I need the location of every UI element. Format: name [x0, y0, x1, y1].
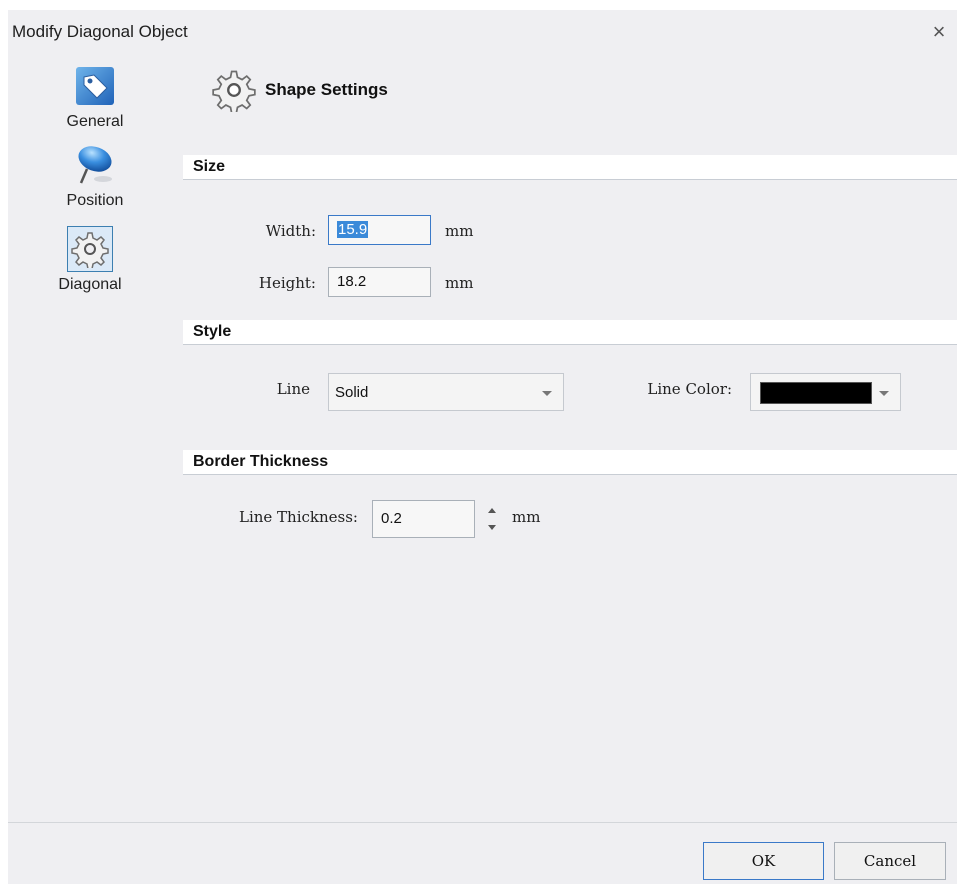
title-bar: Modify Diagonal Object × — [8, 10, 957, 56]
width-input[interactable]: 15.9 — [328, 215, 431, 245]
sidebar-item-label: Position — [66, 192, 124, 209]
chevron-down-icon — [542, 391, 552, 396]
line-thickness-input[interactable]: 0.2 — [372, 500, 475, 538]
height-input[interactable]: 18.2 — [328, 267, 431, 297]
sidebar-item-position[interactable]: Position — [40, 142, 150, 210]
section-style: Style — [183, 320, 957, 345]
page-title: Shape Settings — [265, 80, 388, 99]
modify-diagonal-dialog: Modify Diagonal Object × — [8, 10, 957, 884]
line-thickness-unit: mm — [512, 508, 541, 526]
section-border-thickness: Border Thickness — [183, 450, 957, 475]
footer-divider — [8, 822, 957, 823]
header-icon-wrap — [212, 68, 256, 117]
sidebar-item-label: General — [66, 113, 124, 130]
line-color-label: Line Color: — [647, 380, 732, 398]
line-color-picker[interactable] — [750, 373, 901, 411]
tag-icon — [76, 67, 114, 105]
sidebar-item-label: Diagonal — [58, 276, 122, 293]
pushpin-icon — [78, 146, 112, 184]
sidebar-item-diagonal[interactable]: Diagonal — [35, 226, 145, 294]
gear-icon — [212, 70, 256, 115]
line-thickness-label: Line Thickness: — [238, 508, 358, 526]
height-label: Height: — [258, 274, 316, 292]
line-thickness-value: 0.2 — [381, 510, 402, 527]
chevron-down-icon[interactable] — [488, 525, 496, 530]
close-icon[interactable]: × — [925, 18, 953, 46]
height-unit: mm — [445, 274, 474, 292]
line-style-select[interactable]: Solid — [328, 373, 564, 411]
window-title: Modify Diagonal Object — [12, 22, 188, 41]
sidebar-item-general[interactable]: General — [40, 63, 150, 131]
line-style-value: Solid — [335, 384, 369, 401]
height-value: 18.2 — [337, 273, 367, 290]
width-unit: mm — [445, 222, 474, 240]
section-title: Style — [193, 323, 232, 340]
cancel-button[interactable]: Cancel — [834, 842, 946, 880]
width-label: Width: — [265, 222, 316, 240]
ok-button[interactable]: OK — [703, 842, 824, 880]
width-value: 15.9 — [337, 221, 369, 238]
section-title: Border Thickness — [193, 453, 329, 470]
line-color-swatch — [760, 382, 872, 404]
line-thickness-stepper[interactable] — [478, 500, 508, 538]
chevron-up-icon[interactable] — [488, 508, 496, 513]
gear-icon — [71, 232, 109, 268]
section-size: Size — [183, 155, 957, 180]
line-label: Line — [276, 380, 310, 398]
chevron-down-icon — [879, 391, 889, 396]
section-title: Size — [193, 158, 226, 175]
